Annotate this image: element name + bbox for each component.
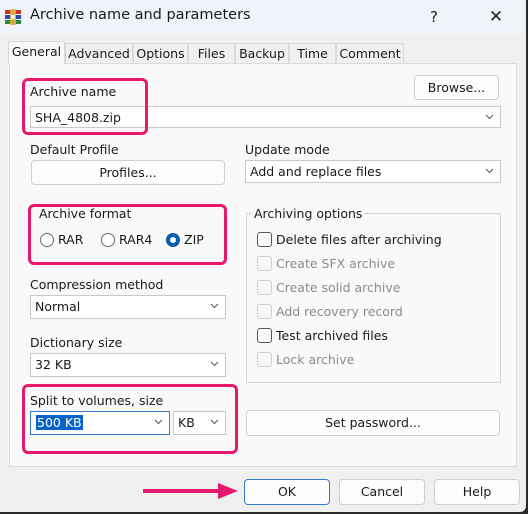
title-bar: Archive name and parameters ? ✕	[0, 0, 526, 34]
tab-options[interactable]: Options	[133, 43, 188, 63]
tab-comment[interactable]: Comment	[336, 43, 404, 63]
update-mode-label: Update mode	[245, 142, 330, 157]
checkbox-box	[257, 280, 272, 295]
help-title-button[interactable]: ?	[420, 3, 448, 31]
compression-method-value: Normal	[35, 299, 81, 314]
dictionary-size-label: Dictionary size	[30, 335, 123, 350]
chevron-down-icon	[485, 168, 494, 174]
chevron-down-icon	[210, 303, 219, 309]
checkbox-box	[257, 304, 272, 319]
update-mode-select[interactable]: Add and replace files	[245, 160, 501, 183]
ok-button[interactable]: OK	[244, 479, 330, 505]
profiles-button[interactable]: Profiles...	[31, 160, 225, 185]
checkbox-label: Add recovery record	[276, 304, 403, 319]
dictionary-size-select[interactable]: 32 KB	[30, 353, 226, 377]
tab-backup[interactable]: Backup	[235, 43, 289, 63]
tab-time[interactable]: Time	[289, 43, 336, 63]
tab-files[interactable]: Files	[188, 43, 235, 63]
highlight-archive-name	[22, 78, 148, 135]
checkbox-label: Create SFX archive	[276, 256, 396, 271]
archive-dialog: Archive name and parameters ? ✕ General …	[0, 0, 528, 514]
highlight-archive-format	[28, 204, 227, 265]
checkbox-box	[257, 328, 272, 343]
checkbox-label: Test archived files	[276, 328, 388, 343]
checkbox-label: Lock archive	[276, 352, 355, 367]
checkbox-box	[257, 232, 272, 247]
checkbox-label: Delete files after archiving	[276, 232, 442, 247]
checkbox-box	[257, 352, 272, 367]
close-button[interactable]: ✕	[480, 3, 512, 31]
archiving-options-title: Archiving options	[252, 206, 365, 221]
checkbox-box	[257, 256, 272, 271]
cancel-button[interactable]: Cancel	[339, 479, 425, 505]
window-title: Archive name and parameters	[30, 7, 251, 23]
arrow-annotation-icon	[143, 483, 238, 499]
chevron-down-icon	[210, 361, 219, 367]
compression-method-label: Compression method	[30, 277, 164, 292]
set-password-button[interactable]: Set password...	[246, 410, 500, 436]
checkbox-label: Create solid archive	[276, 280, 401, 295]
default-profile-label: Default Profile	[30, 142, 119, 157]
tab-advanced[interactable]: Advanced	[65, 43, 133, 63]
compression-method-select[interactable]: Normal	[30, 295, 226, 319]
help-button[interactable]: Help	[434, 479, 520, 505]
highlight-split-volumes	[22, 384, 238, 454]
winrar-icon	[5, 9, 21, 25]
browse-button[interactable]: Browse...	[414, 75, 499, 100]
chevron-down-icon[interactable]	[485, 112, 494, 121]
update-mode-value: Add and replace files	[250, 164, 382, 179]
dictionary-size-value: 32 KB	[35, 357, 72, 372]
tab-general[interactable]: General	[8, 41, 65, 64]
